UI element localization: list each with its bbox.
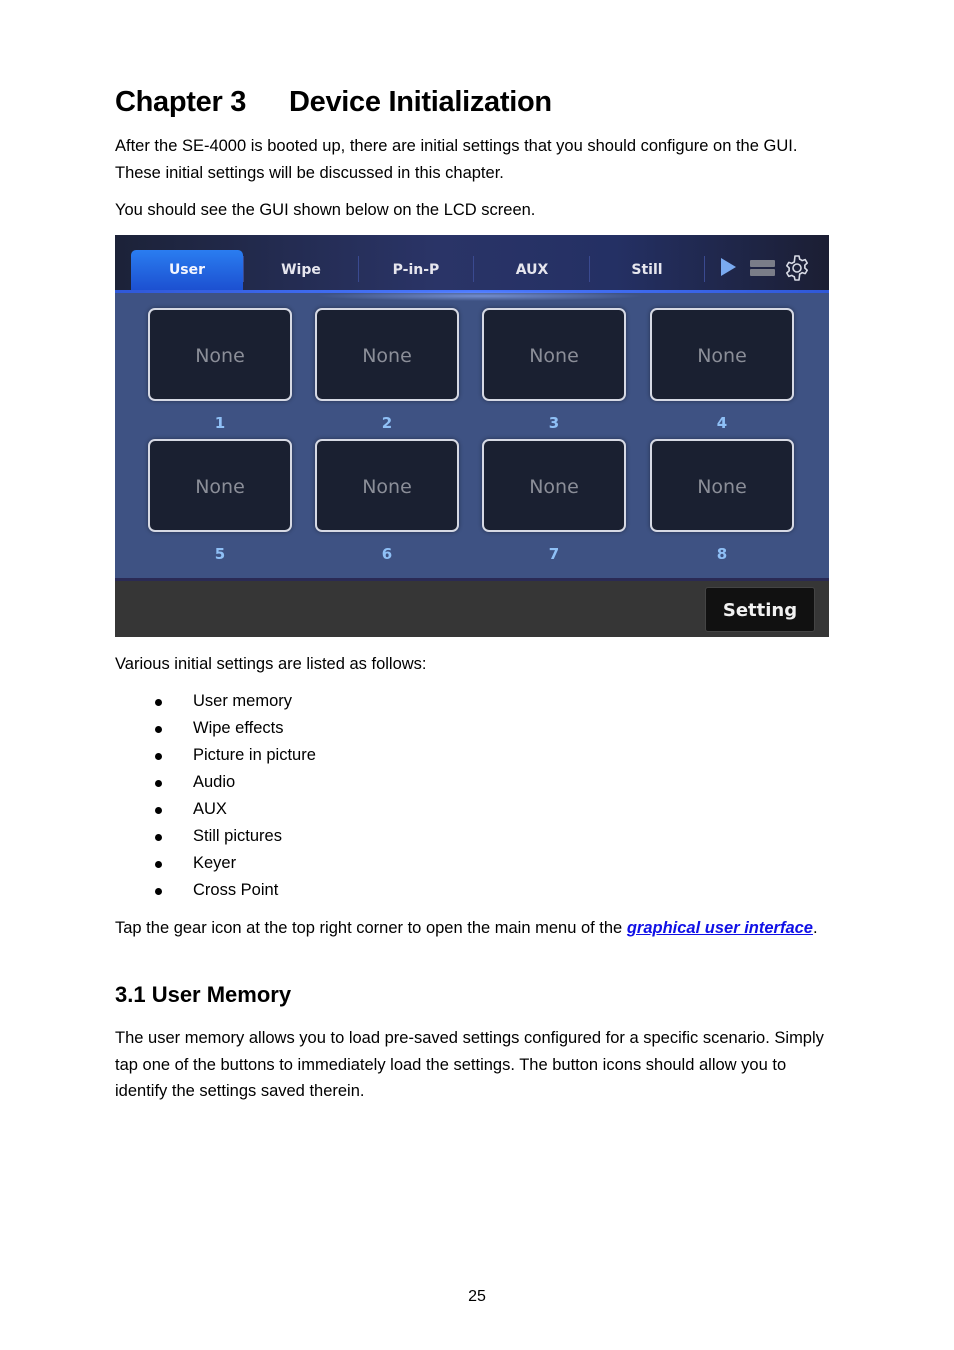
list-item-label: Still pictures [193, 827, 282, 845]
memory-number: 8 [716, 545, 728, 563]
gear-note: Tap the gear icon at the top right corne… [115, 917, 830, 940]
memory-number: 5 [214, 545, 226, 563]
chapter-number: Chapter 3 [115, 86, 247, 118]
tab-divider [358, 256, 359, 282]
tab-wipe[interactable]: Wipe [245, 250, 357, 291]
list-item: Picture in picture [150, 742, 316, 769]
tab-user[interactable]: User [131, 250, 243, 291]
bullet-icon [155, 780, 162, 787]
list-item: AUX [150, 796, 316, 823]
bullet-icon [155, 861, 162, 868]
setting-button[interactable]: Setting [705, 587, 815, 632]
bullet-icon [155, 699, 162, 706]
memory-button-6[interactable]: None [315, 439, 459, 532]
bullet-icon [155, 726, 162, 733]
gear-note-text: Tap the gear icon at the top right corne… [115, 919, 627, 937]
gui-link[interactable]: graphical user interface [627, 919, 813, 937]
list-item: Audio [150, 769, 316, 796]
list-item-label: Keyer [193, 854, 237, 872]
tab-divider [473, 256, 474, 282]
memory-number: 6 [381, 545, 393, 563]
list-item: User memory [150, 688, 316, 715]
gui-screenshot: User Wipe P-in-P AUX Still None None Non… [115, 235, 829, 637]
tab-still[interactable]: Still [591, 250, 703, 291]
chapter-heading: Chapter 3 Device Initialization [115, 86, 552, 119]
list-item: Keyer [150, 850, 316, 877]
list-item-label: Picture in picture [193, 746, 316, 764]
list-item-label: AUX [193, 800, 227, 818]
gear-note-end: . [813, 919, 818, 937]
gear-icon[interactable] [783, 254, 811, 282]
tab-divider [704, 256, 705, 282]
list-item-label: Cross Point [193, 881, 279, 899]
page-number: 25 [468, 1288, 486, 1305]
memory-number: 2 [381, 414, 393, 432]
server-icon[interactable] [750, 260, 775, 277]
gui-intro-paragraph: You should see the GUI shown below on th… [115, 201, 536, 219]
intro-paragraph: After the SE-4000 is booted up, there ar… [115, 137, 798, 182]
list-item-label: Audio [193, 773, 236, 791]
tab-divider [243, 256, 244, 282]
gui-bottom-bar: Setting [115, 578, 829, 637]
memory-button-4[interactable]: None [650, 308, 794, 401]
play-icon[interactable] [721, 258, 736, 276]
bullet-icon [155, 753, 162, 760]
tab-glow [315, 291, 645, 301]
section-heading: 3.1 User Memory [115, 982, 292, 1007]
section-body: The user memory allows you to load pre-s… [115, 1029, 824, 1100]
document-page: Chapter 3 Device Initialization After the… [0, 0, 954, 1350]
memory-number: 1 [214, 414, 226, 432]
memory-button-8[interactable]: None [650, 439, 794, 532]
list-item-label: User memory [193, 692, 293, 710]
list-item: Wipe effects [150, 715, 316, 742]
tab-pinp[interactable]: P-in-P [360, 250, 472, 291]
memory-button-3[interactable]: None [482, 308, 626, 401]
memory-number: 4 [716, 414, 728, 432]
bullet-icon [155, 807, 162, 814]
tab-aux[interactable]: AUX [476, 250, 588, 291]
chapter-title: Device Initialization [289, 86, 552, 118]
memory-number: 7 [548, 545, 560, 563]
gui-tab-bar: User Wipe P-in-P AUX Still [115, 235, 829, 291]
bullet-icon [155, 834, 162, 841]
bullet-icon [155, 888, 162, 895]
list-item-label: Wipe effects [193, 719, 284, 737]
list-item: Cross Point [150, 877, 316, 904]
memory-number: 3 [548, 414, 560, 432]
memory-button-2[interactable]: None [315, 308, 459, 401]
settings-intro: Various initial settings are listed as f… [115, 655, 427, 673]
memory-button-1[interactable]: None [148, 308, 292, 401]
list-item: Still pictures [150, 823, 316, 850]
memory-button-7[interactable]: None [482, 439, 626, 532]
tab-divider [589, 256, 590, 282]
memory-button-5[interactable]: None [148, 439, 292, 532]
settings-list: User memory Wipe effects Picture in pict… [150, 688, 316, 904]
